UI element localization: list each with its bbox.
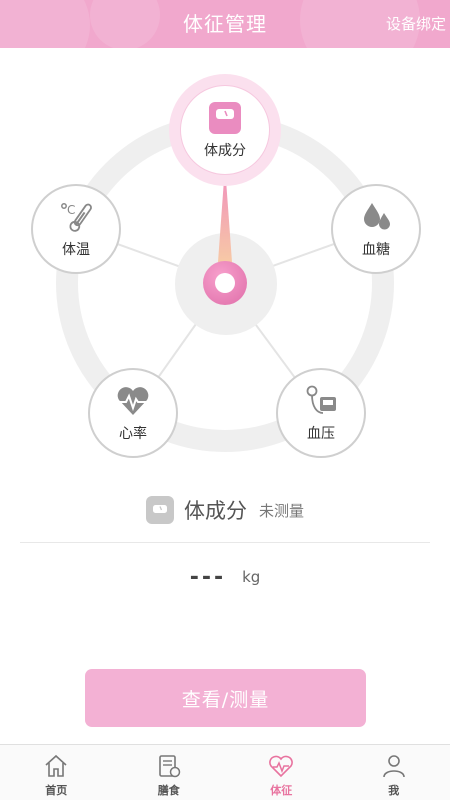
view-measure-button[interactable]: 查看/测量	[85, 669, 366, 727]
wheel-item-temperature[interactable]: C 体温	[31, 184, 121, 274]
measurement-header: 体成分 未测量	[0, 490, 450, 530]
nav-item-home[interactable]: 首页	[0, 745, 113, 800]
measurement-unit: kg	[242, 568, 261, 586]
wheel-item-glucose[interactable]: 血糖	[331, 184, 421, 274]
scale-icon	[209, 102, 241, 134]
vitals-wheel: 体成分 C 体温 血糖 心率 血压	[0, 48, 450, 478]
page-title: 体征管理	[183, 12, 267, 36]
bottom-nav: 首页 膳食 体征 我	[0, 744, 450, 800]
blood-drops-icon	[364, 203, 390, 230]
nav-label: 我	[388, 784, 400, 797]
user-icon	[382, 755, 405, 778]
nav-item-diet[interactable]: 膳食	[113, 745, 226, 800]
wheel-item-blood-pressure[interactable]: 血压	[276, 368, 366, 458]
measurement-status: 未测量	[258, 501, 304, 520]
svg-text:C: C	[67, 203, 75, 217]
wheel-item-body[interactable]: 体成分	[169, 74, 281, 186]
nav-item-vitals[interactable]: 体征	[225, 745, 338, 800]
scale-icon	[145, 496, 174, 524]
thermometer-icon: C	[61, 203, 92, 232]
measurement-value: ---	[189, 564, 227, 590]
blood-pressure-icon	[306, 385, 336, 414]
heart-rate-icon	[117, 387, 149, 415]
wheel-item-heart-rate[interactable]: 心率	[88, 368, 178, 458]
wheel-item-body-inner: 体成分	[180, 85, 270, 175]
wheel-item-label: 体温	[62, 242, 90, 258]
wheel-item-label: 心率	[119, 426, 147, 442]
diet-icon	[158, 755, 180, 778]
nav-item-me[interactable]: 我	[338, 745, 450, 800]
header-bar: 体征管理 设备绑定	[0, 0, 450, 48]
measurement-value-row: --- kg	[0, 560, 450, 594]
nav-label: 体征	[270, 784, 293, 797]
heart-pulse-icon	[269, 755, 294, 778]
wheel-item-label: 体成分	[204, 143, 246, 159]
nav-label: 首页	[45, 784, 68, 797]
nav-label: 膳食	[157, 784, 180, 797]
app-screen: 体征管理 设备绑定 体成分 C 体温 血糖 心率 血压 体成分 未测量 --- …	[0, 0, 450, 800]
measurement-name: 体成分	[183, 499, 247, 523]
divider	[20, 542, 430, 543]
device-bind-button[interactable]: 设备绑定	[386, 0, 446, 48]
wheel-item-label: 血压	[307, 426, 335, 442]
wheel-item-label: 血糖	[362, 242, 390, 258]
home-icon	[45, 754, 67, 777]
